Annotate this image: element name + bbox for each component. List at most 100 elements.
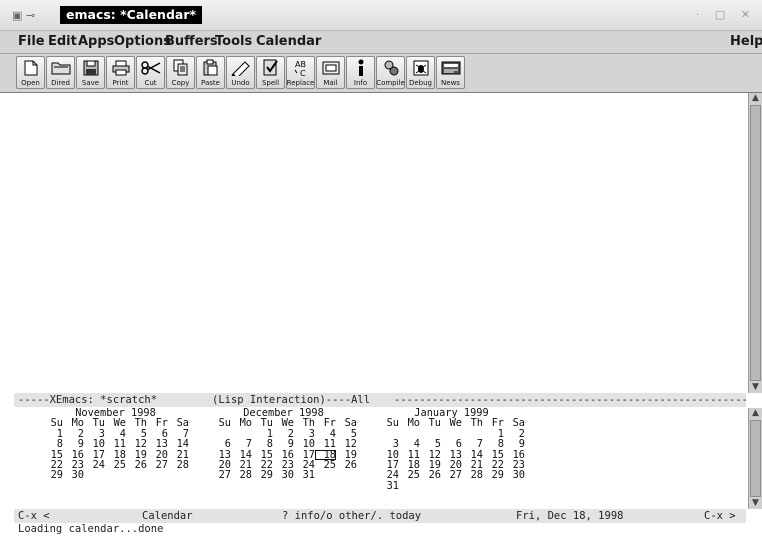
mail-icon — [320, 58, 342, 77]
calendar-weekday: We — [449, 417, 462, 430]
compile-icon — [380, 58, 402, 77]
scroll-up-icon[interactable]: ▲ — [749, 93, 762, 104]
calendar-scrollbar[interactable]: ▲ ▼ — [748, 408, 762, 509]
calendar-day[interactable]: 31 — [294, 470, 315, 481]
scratch-buffer[interactable] — [14, 93, 746, 393]
calendar-day[interactable]: 30 — [273, 470, 294, 481]
calendar-day[interactable]: 29 — [42, 470, 63, 481]
calendar-day[interactable]: 29 — [483, 470, 504, 481]
cut-label: Cut — [144, 79, 157, 87]
calendar-day[interactable]: 27 — [147, 460, 168, 471]
calendar-modeline-left[interactable]: C-x < — [18, 509, 50, 523]
calendar-empty-cell — [315, 470, 336, 480]
menu-options[interactable]: Options — [114, 34, 171, 49]
menu-calendar[interactable]: Calendar — [256, 34, 321, 49]
menu-edit[interactable]: Edit — [48, 34, 77, 49]
calendar-day[interactable]: 28 — [462, 470, 483, 481]
calendar-modeline-help: ? info/o other/. today — [282, 510, 422, 522]
calendar-weekday: Su — [386, 417, 399, 430]
calendar-day[interactable]: 27 — [441, 470, 462, 481]
toolbar: Open Dired Save Print Cut Copy Paste Und… — [0, 54, 762, 93]
menu-help[interactable]: Help — [730, 34, 762, 49]
debug-button[interactable]: Debug — [406, 56, 435, 89]
window-controls[interactable]: · □ ✕ — [696, 8, 756, 21]
print-icon — [110, 58, 132, 77]
scratch-modeline-buffer: -----XEmacs: *scratch* — [18, 394, 158, 406]
calendar-day[interactable]: 30 — [63, 470, 84, 481]
calendar-empty-cell — [504, 481, 525, 491]
news-button[interactable]: News — [436, 56, 465, 89]
calendar-day[interactable]: 26 — [336, 460, 357, 471]
print-button[interactable]: Print — [106, 56, 135, 89]
copy-button[interactable]: Copy — [166, 56, 195, 89]
calendar-day[interactable]: 29 — [252, 470, 273, 481]
undo-label: Undo — [231, 79, 250, 87]
calendar-day[interactable]: 27 — [210, 470, 231, 481]
spell-label: Spell — [261, 79, 280, 87]
calendar-day[interactable]: 28 — [231, 470, 252, 481]
open-label: Open — [21, 79, 40, 87]
menu-tools[interactable]: Tools — [215, 34, 252, 49]
info-button[interactable]: Info — [346, 56, 375, 89]
print-label: Print — [112, 79, 129, 87]
dired-button[interactable]: Dired — [46, 56, 75, 89]
calendar-day[interactable]: 25 — [315, 460, 336, 471]
replace-label: Replace — [286, 79, 315, 87]
calendar-empty-cell — [168, 470, 189, 480]
menu-apps[interactable]: Apps — [78, 34, 114, 49]
undo-button[interactable]: Undo — [226, 56, 255, 89]
mail-button[interactable]: Mail — [316, 56, 345, 89]
toolbar-buttons: Open Dired Save Print Cut Copy Paste Und… — [16, 56, 465, 90]
dired-label: Dired — [51, 79, 70, 87]
calendar-buffer[interactable]: November 1998 Su Mo Tu We Th Fr Sa 1 2 3 4 5 6 7 8 9 10 11… — [14, 408, 746, 509]
news-label: News — [441, 79, 460, 87]
cut-button[interactable]: Cut — [136, 56, 165, 89]
calendar-day[interactable]: 28 — [168, 460, 189, 471]
calendar-day[interactable]: 25 — [399, 470, 420, 481]
calendar-month-november: November 1998 Su Mo Tu We Th Fr Sa 1 2 3 4 5 6 7 8 9 10 11… — [42, 408, 189, 481]
calendar-empty-cell — [84, 470, 105, 480]
window-title: emacs: *Calendar* — [60, 6, 203, 24]
calendar-week-row: 22 23 24 25 26 27 28 — [42, 460, 189, 471]
calendar-scroll-thumb[interactable] — [750, 420, 761, 497]
calendar-day[interactable]: 26 — [420, 470, 441, 481]
replace-button[interactable]: AB C Replace — [286, 56, 315, 89]
calendar-day[interactable]: 26 — [126, 460, 147, 471]
calendar-day[interactable]: 25 — [105, 460, 126, 471]
menu-file[interactable]: File — [18, 34, 45, 49]
scratch-scrollbar[interactable]: ▲ ▼ — [748, 93, 762, 393]
svg-text:C: C — [300, 69, 306, 77]
calendar-weekday: Su — [218, 417, 231, 430]
compile-label: Compile — [376, 79, 405, 87]
undo-icon — [230, 58, 252, 77]
scratch-scroll-thumb[interactable] — [750, 105, 761, 381]
scratch-modeline-mode: (Lisp Interaction)----All — [212, 394, 371, 406]
calendar-weekday: Th — [470, 417, 483, 430]
spell-icon — [260, 58, 282, 77]
window-menu-icon[interactable]: ▣ ⊸ — [12, 9, 35, 22]
calendar-modeline-right[interactable]: C-x > — [704, 509, 736, 523]
paste-button[interactable]: Paste — [196, 56, 225, 89]
calendar-scroll-up-icon[interactable]: ▲ — [749, 408, 762, 419]
folder-icon — [50, 58, 72, 77]
calendar-empty-cell — [399, 481, 420, 491]
compile-button[interactable]: Compile — [376, 56, 405, 89]
spell-button[interactable]: Spell — [256, 56, 285, 89]
calendar-modeline-name: Calendar — [142, 510, 193, 522]
calendar-week-row: 24 25 26 27 28 29 30 — [378, 470, 525, 481]
calendar-scroll-down-icon[interactable]: ▼ — [749, 498, 762, 509]
save-icon — [80, 58, 102, 77]
calendar-week-row: 31 — [378, 480, 525, 491]
menu-buffers[interactable]: Buffers — [165, 34, 218, 49]
save-button[interactable]: Save — [76, 56, 105, 89]
calendar-day[interactable]: 24 — [84, 460, 105, 471]
open-button[interactable]: Open — [16, 56, 45, 89]
copy-label: Copy — [171, 79, 190, 87]
calendar-day[interactable]: 30 — [504, 470, 525, 481]
svg-text:AB: AB — [295, 60, 306, 69]
calendar-day[interactable]: 31 — [378, 480, 399, 491]
scroll-down-icon[interactable]: ▼ — [749, 382, 762, 393]
copy-icon — [170, 58, 192, 77]
mail-label: Mail — [323, 79, 338, 87]
scratch-modeline: -----XEmacs: *scratch* (Lisp Interaction… — [14, 393, 746, 407]
